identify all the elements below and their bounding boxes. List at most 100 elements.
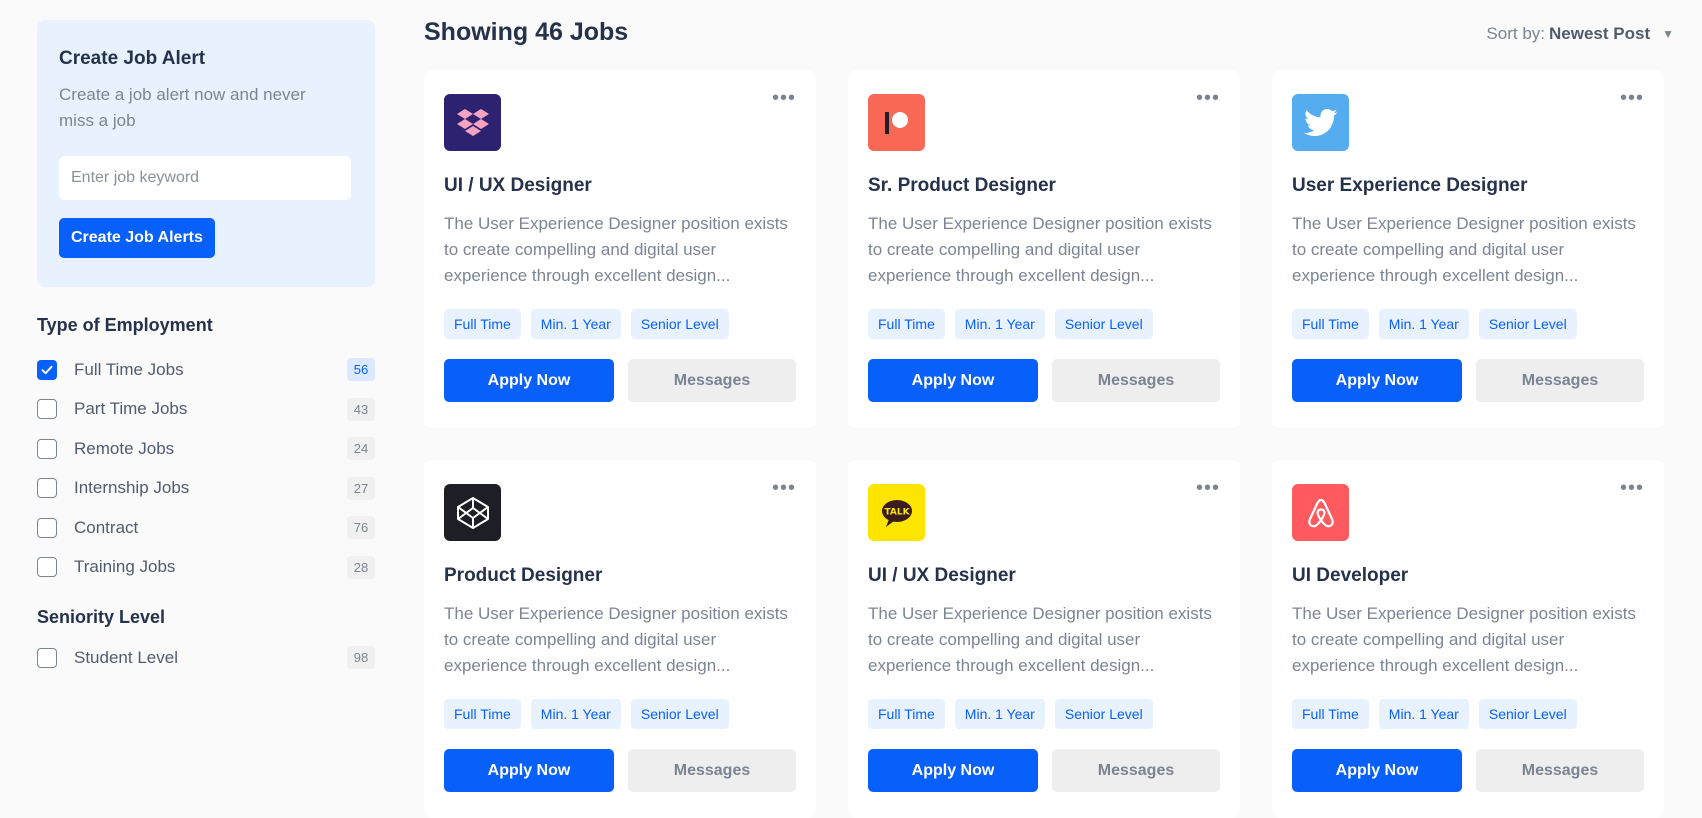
caret-down-icon: ▼ xyxy=(1662,27,1674,41)
job-title[interactable]: UI Developer xyxy=(1292,565,1644,587)
job-description: The User Experience Designer position ex… xyxy=(1292,604,1636,675)
job-tag: Senior Level xyxy=(1478,309,1577,339)
checkbox[interactable] xyxy=(37,438,57,459)
job-actions: Apply Now Messages xyxy=(1292,749,1644,792)
filter-internship[interactable]: Internship Jobs 27 xyxy=(37,469,375,509)
job-tags: Full Time Min. 1 Year Senior Level xyxy=(868,309,1220,339)
job-alert-title: Create Job Alert xyxy=(59,48,206,69)
job-actions: Apply Now Messages xyxy=(1292,359,1644,402)
filter-count: 28 xyxy=(347,555,375,579)
more-options-icon[interactable]: ••• xyxy=(1620,88,1644,108)
check-icon xyxy=(41,365,53,374)
messages-button[interactable]: Messages xyxy=(1476,749,1644,792)
more-options-icon[interactable]: ••• xyxy=(1620,478,1644,498)
filter-training[interactable]: Training Jobs 28 xyxy=(37,548,375,588)
create-job-alerts-button[interactable]: Create Job Alerts xyxy=(59,218,215,258)
job-tag: Min. 1 Year xyxy=(1378,699,1469,729)
job-title[interactable]: UI / UX Designer xyxy=(868,565,1220,587)
job-keyword-input[interactable] xyxy=(59,156,351,200)
more-options-icon[interactable]: ••• xyxy=(772,478,796,498)
apply-now-button[interactable]: Apply Now xyxy=(444,359,614,402)
filter-count: 98 xyxy=(347,646,375,670)
filter-count: 76 xyxy=(347,516,375,540)
apply-now-button[interactable]: Apply Now xyxy=(444,749,614,792)
sort-value: Newest Post xyxy=(1549,24,1651,43)
job-tag: Full Time xyxy=(1292,309,1369,339)
job-tag: Full Time xyxy=(444,309,521,339)
job-actions: Apply Now Messages xyxy=(444,359,796,402)
job-results: Showing 46 Jobs Sort by: Newest Post ▼ •… xyxy=(424,0,1674,818)
job-description: The User Experience Designer position ex… xyxy=(868,214,1212,285)
job-tag: Senior Level xyxy=(1478,699,1577,729)
job-listing-page: Create Job Alert Create a job alert now … xyxy=(0,0,1702,818)
job-card[interactable]: ••• User Experience Designer The User Ex… xyxy=(1272,70,1664,428)
seniority-filter-list: Student Level 98 xyxy=(37,638,375,678)
filter-label: Full Time Jobs xyxy=(74,359,184,379)
job-tag: Min. 1 Year xyxy=(954,699,1045,729)
more-options-icon[interactable]: ••• xyxy=(1196,478,1220,498)
filter-sidebar: Create Job Alert Create a job alert now … xyxy=(37,20,375,678)
job-title[interactable]: Sr. Product Designer xyxy=(868,175,1220,197)
checkbox[interactable] xyxy=(37,557,57,578)
job-title[interactable]: Product Designer xyxy=(444,565,796,587)
twitter-icon xyxy=(1303,108,1337,136)
filter-count: 56 xyxy=(347,358,375,382)
job-card[interactable]: ••• UI Developer The User Experience Des… xyxy=(1272,460,1664,818)
svg-text:TALK: TALK xyxy=(884,507,910,517)
messages-button[interactable]: Messages xyxy=(1052,749,1220,792)
filter-label: Contract xyxy=(74,517,139,537)
job-tag: Full Time xyxy=(1292,699,1369,729)
messages-button[interactable]: Messages xyxy=(628,359,796,402)
sort-dropdown[interactable]: Sort by: Newest Post ▼ xyxy=(1486,24,1674,44)
kakaotalk-icon: TALK xyxy=(881,499,912,527)
more-options-icon[interactable]: ••• xyxy=(1196,88,1220,108)
job-tag: Full Time xyxy=(868,309,945,339)
filter-label: Remote Jobs xyxy=(74,438,175,458)
job-tags: Full Time Min. 1 Year Senior Level xyxy=(1292,309,1644,339)
company-logo xyxy=(444,94,501,151)
messages-button[interactable]: Messages xyxy=(1476,359,1644,402)
job-card[interactable]: ••• TALK UI / UX Designer The User Exper… xyxy=(848,460,1240,818)
job-tag: Senior Level xyxy=(630,309,729,339)
job-card[interactable]: ••• Product Designer The User Experience… xyxy=(424,460,816,818)
apply-now-button[interactable]: Apply Now xyxy=(868,359,1038,402)
job-title[interactable]: UI / UX Designer xyxy=(444,175,796,197)
filter-contract[interactable]: Contract 76 xyxy=(37,508,375,548)
patreon-icon xyxy=(884,111,908,134)
messages-button[interactable]: Messages xyxy=(628,749,796,792)
checkbox[interactable] xyxy=(37,517,57,538)
filter-part-time[interactable]: Part Time Jobs 43 xyxy=(37,390,375,430)
job-tags: Full Time Min. 1 Year Senior Level xyxy=(868,699,1220,729)
filter-label: Internship Jobs xyxy=(74,478,190,498)
filter-full-time[interactable]: Full Time Jobs 56 xyxy=(37,350,375,390)
apply-now-button[interactable]: Apply Now xyxy=(868,749,1038,792)
job-actions: Apply Now Messages xyxy=(868,359,1220,402)
job-actions: Apply Now Messages xyxy=(868,749,1220,792)
employment-filter-list: Full Time Jobs 56 Part Time Jobs 43 Remo… xyxy=(37,350,375,587)
checkbox[interactable] xyxy=(37,478,57,499)
apply-now-button[interactable]: Apply Now xyxy=(1292,749,1462,792)
checkbox[interactable] xyxy=(37,399,57,420)
results-header: Showing 46 Jobs Sort by: Newest Post ▼ xyxy=(424,0,1674,70)
filter-remote[interactable]: Remote Jobs 24 xyxy=(37,429,375,469)
job-card[interactable]: ••• Sr. Product Designer The User Experi… xyxy=(848,70,1240,428)
checkbox[interactable] xyxy=(37,647,57,668)
filter-count: 27 xyxy=(347,476,375,500)
filter-label: Training Jobs xyxy=(74,557,176,577)
filter-count: 24 xyxy=(347,437,375,461)
checkbox-checked[interactable] xyxy=(37,359,57,380)
job-tags: Full Time Min. 1 Year Senior Level xyxy=(444,309,796,339)
job-title[interactable]: User Experience Designer xyxy=(1292,175,1644,197)
airbnb-icon xyxy=(1307,498,1334,527)
job-description: The User Experience Designer position ex… xyxy=(444,604,788,675)
messages-button[interactable]: Messages xyxy=(1052,359,1220,402)
company-logo xyxy=(868,94,925,151)
more-options-icon[interactable]: ••• xyxy=(772,88,796,108)
filter-student-level[interactable]: Student Level 98 xyxy=(37,638,375,678)
job-tag: Min. 1 Year xyxy=(954,309,1045,339)
job-actions: Apply Now Messages xyxy=(444,749,796,792)
company-logo: TALK xyxy=(868,484,925,541)
apply-now-button[interactable]: Apply Now xyxy=(1292,359,1462,402)
job-card[interactable]: ••• UI / UX Designer The User Experience… xyxy=(424,70,816,428)
company-logo xyxy=(444,484,501,541)
